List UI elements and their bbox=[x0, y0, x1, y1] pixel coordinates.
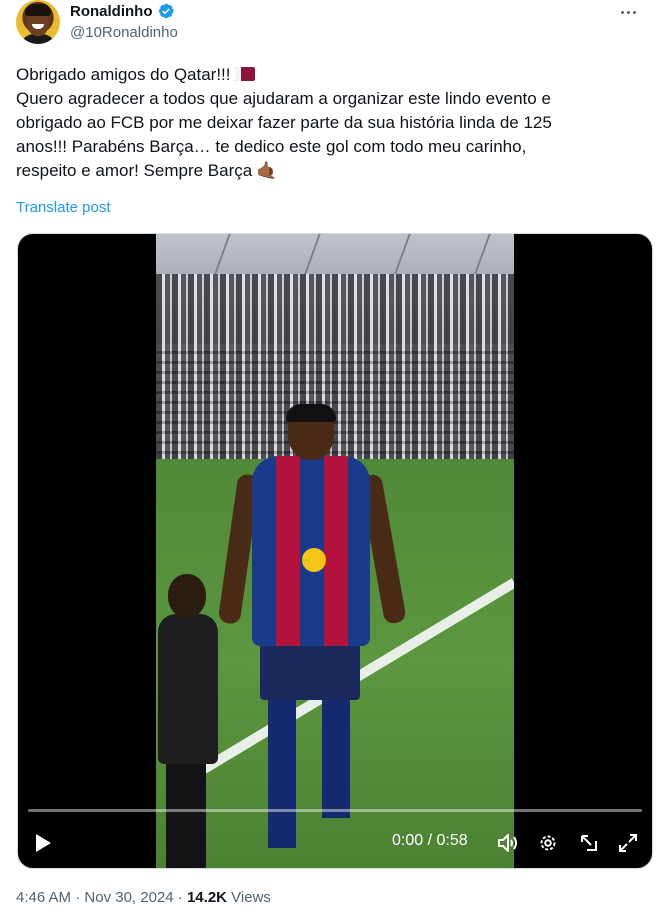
call-me-hand-emoji: 🤙🏾 bbox=[256, 161, 278, 180]
meta-dot: · bbox=[75, 889, 81, 906]
post-line-4: anos!!! Parabéns Barça… te dedico este g… bbox=[16, 137, 527, 156]
volume-icon[interactable] bbox=[496, 830, 520, 856]
video-progress-bar[interactable] bbox=[28, 809, 642, 812]
video-duration: 0:58 bbox=[436, 832, 468, 849]
post-text: Obrigado amigos do Qatar!!! Quero agrade… bbox=[16, 63, 646, 183]
pip-icon[interactable] bbox=[577, 830, 601, 856]
post-line-1: Obrigado amigos do Qatar!!! bbox=[16, 65, 231, 84]
author-display-name[interactable]: Ronaldinho bbox=[70, 3, 153, 20]
post-time[interactable]: 4:46 AM bbox=[16, 889, 71, 906]
post-line-2: Quero agradecer a todos que ajudaram a o… bbox=[16, 89, 551, 108]
video-time-separator: / bbox=[427, 832, 433, 849]
author-handle[interactable]: @10Ronaldinho bbox=[70, 24, 178, 41]
qatar-flag-icon bbox=[234, 67, 255, 81]
verified-badge-icon bbox=[158, 3, 174, 19]
post-date[interactable]: Nov 30, 2024 bbox=[84, 889, 173, 906]
translate-post-link[interactable]: Translate post bbox=[16, 199, 111, 216]
video-frame[interactable] bbox=[156, 234, 514, 868]
settings-icon[interactable] bbox=[536, 830, 560, 856]
play-icon[interactable] bbox=[32, 830, 54, 856]
video-player[interactable]: 0:00 / 0:58 bbox=[17, 233, 653, 869]
author-name-row: Ronaldinho bbox=[70, 2, 175, 20]
post-line-5: respeito e amor! Sempre Barça bbox=[16, 161, 253, 180]
post-line-3: obrigado ao FCB por me deixar fazer part… bbox=[16, 113, 552, 132]
post-meta: 4:46 AM · Nov 30, 2024 · 14.2K Views bbox=[16, 889, 271, 906]
video-time: 0:00 / 0:58 bbox=[392, 832, 468, 850]
views-label: Views bbox=[231, 889, 271, 906]
video-controls: 0:00 / 0:58 bbox=[18, 794, 652, 868]
more-options-icon[interactable] bbox=[617, 2, 639, 22]
fullscreen-icon[interactable] bbox=[616, 830, 640, 856]
post-header: Ronaldinho @10Ronaldinho bbox=[16, 0, 643, 52]
video-elapsed: 0:00 bbox=[392, 832, 424, 849]
views-count: 14.2K bbox=[186, 889, 227, 906]
author-avatar[interactable] bbox=[16, 0, 60, 44]
meta-dot: · bbox=[177, 889, 183, 906]
